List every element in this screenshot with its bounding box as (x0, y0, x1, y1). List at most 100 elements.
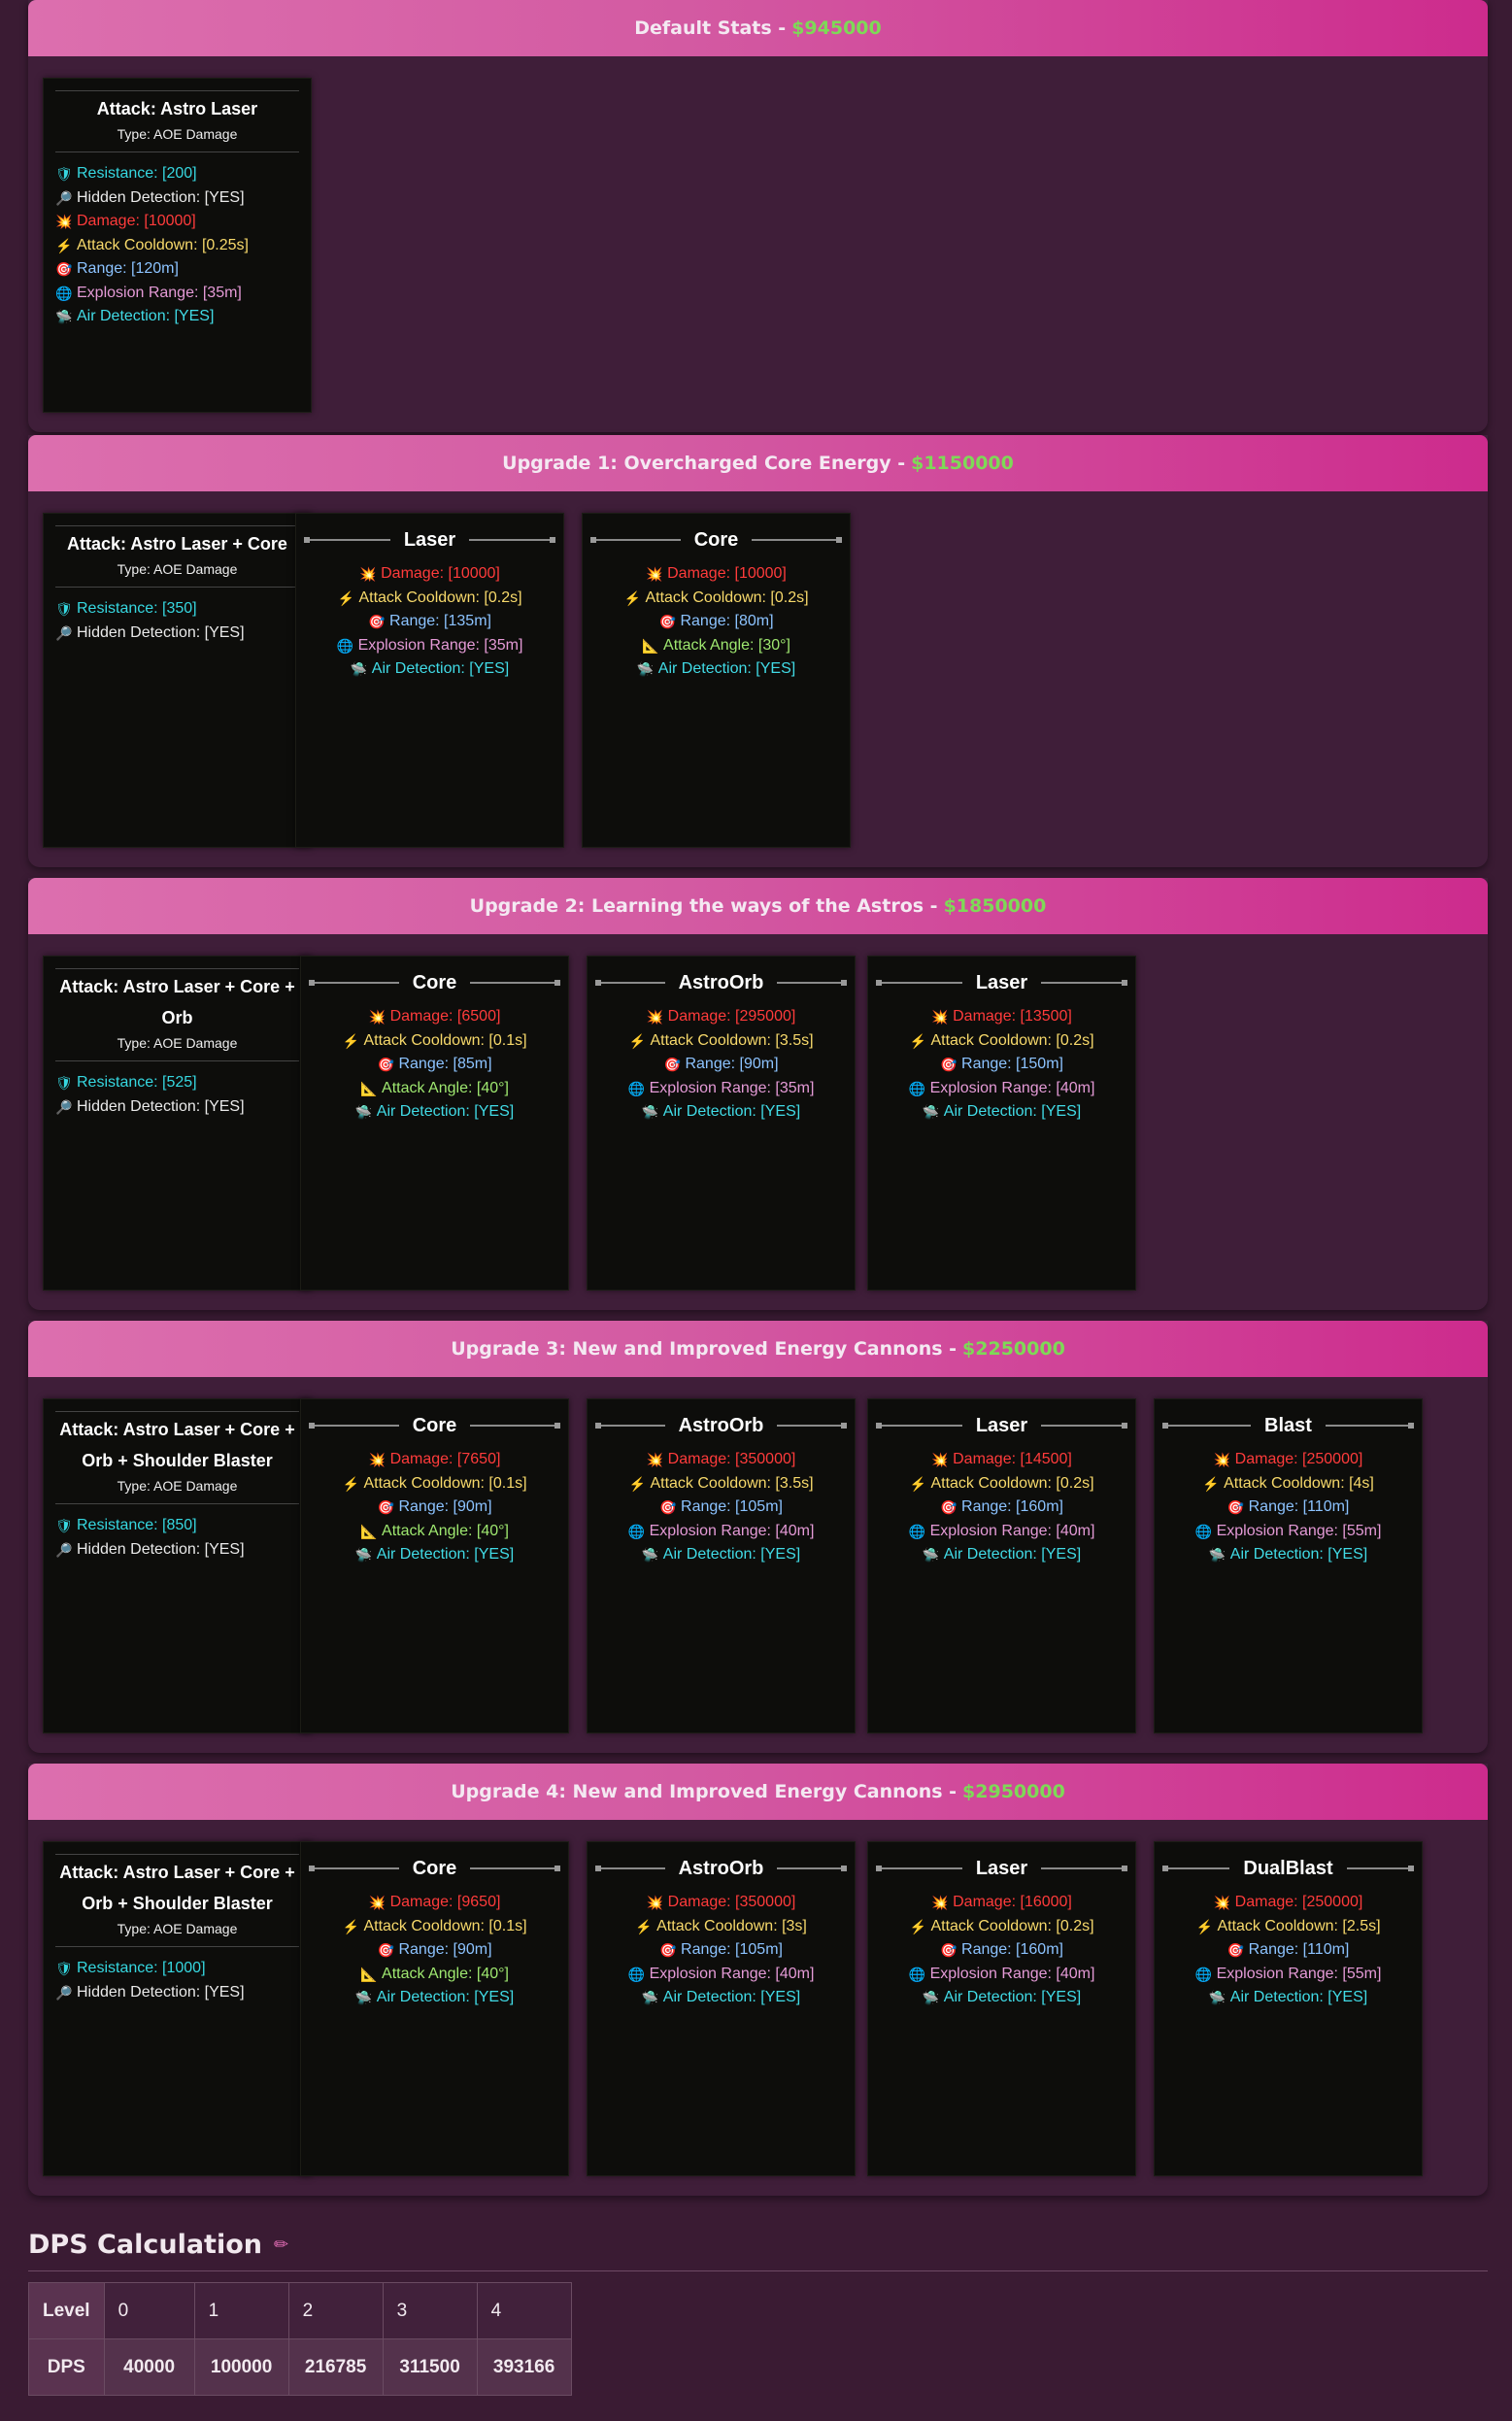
stat-row: 🎯 Range: [90m] (311, 1938, 558, 1963)
stat-text: Damage: [14500] (953, 1451, 1072, 1467)
shield-icon: 🛡 (55, 601, 73, 617)
attack-type: Type: AOE Damage (117, 126, 238, 142)
target-icon: 🎯 (1226, 1942, 1245, 1958)
stat-text: Range: [90m] (685, 1056, 779, 1072)
stat-row: 📐 Attack Angle: [40°] (311, 1963, 558, 1987)
stat-row: 🛸 Air Detection: [YES] (1164, 1543, 1412, 1567)
section-price: $945000 (791, 17, 882, 39)
stat-row: ⚡ Attack Cooldown: [0.1s] (311, 1915, 558, 1939)
stat-text: Attack Cooldown: [2.5s] (1217, 1917, 1381, 1934)
stat-text: Air Detection: [YES] (943, 1103, 1082, 1120)
weapon-card-laser: Laser 💥 Damage: [13500] ⚡ Attack Cooldown: [… (867, 956, 1136, 1291)
stat-row: 💥 Damage: [9650] (311, 1891, 558, 1915)
ufo-icon: 🛸 (922, 1990, 940, 2005)
stat-text: Damage: [10000] (77, 213, 196, 229)
target-icon: 🎯 (658, 614, 676, 629)
stat-row: ⚡ Attack Cooldown: [0.2s] (878, 1915, 1126, 1939)
weapon-card-dualblast: DualBlast 💥 Damage: [250000] ⚡ Attack Cooldo… (1154, 1841, 1423, 2176)
explosion-icon: 💥 (55, 214, 73, 229)
stat-text: Attack Cooldown: [0.25s] (77, 236, 249, 253)
weapon-card-header: AstroOrb (595, 970, 847, 995)
dps-row: DPS 40000 100000 216785 311500 393166 (28, 2338, 572, 2396)
divider (1041, 1866, 1127, 1871)
stat-row: ⚡ Attack Cooldown: [3.5s] (597, 1029, 845, 1054)
stat-row: 🛸 Air Detection: [YES] (597, 1100, 845, 1125)
divider (304, 537, 390, 543)
stat-text: Damage: [250000] (1234, 1894, 1363, 1910)
stat-text: Attack Angle: [40°] (382, 1522, 509, 1539)
section-header: Upgrade 2: Learning the ways of the Astr… (28, 878, 1488, 934)
lightning-icon: ⚡ (342, 1032, 359, 1049)
section-header: Upgrade 3: New and Improved Energy Canno… (28, 1321, 1488, 1377)
weapon-card-header: Laser (876, 1413, 1127, 1438)
stat-row: 🎯 Range: [90m] (597, 1053, 845, 1077)
lightning-icon: ⚡ (909, 1032, 926, 1049)
stat-text: Air Detection: [YES] (662, 1989, 801, 2005)
stat-row: 📐 Attack Angle: [40°] (311, 1520, 558, 1544)
stat-row: ⚡ Attack Cooldown: [0.1s] (311, 1029, 558, 1054)
lightning-icon: ⚡ (342, 1475, 359, 1492)
explosion-icon: 💥 (359, 566, 377, 582)
attack-card: Attack: Astro Laser + Core Type: AOE Dama… (43, 513, 312, 848)
stat-text: Air Detection: [YES] (662, 1546, 801, 1563)
target-icon: 🎯 (659, 1499, 677, 1515)
stat-row: 🎯 Range: [105m] (597, 1496, 845, 1520)
divider (55, 1946, 299, 1947)
stat-text: Range: [110m] (1248, 1498, 1350, 1515)
stat-text: Resistance: [350] (77, 600, 197, 617)
stat-row: ⚡ Attack Cooldown: [0.2s] (878, 1029, 1126, 1054)
magnifier-icon: 🔎 (55, 189, 73, 206)
section-header: Upgrade 4: New and Improved Energy Canno… (28, 1764, 1488, 1820)
stat-text: Range: [80m] (680, 613, 774, 629)
stat-row: 🔎 Hidden Detection: [YES] (55, 1981, 299, 2005)
attack-type: Type: AOE Damage (117, 1478, 238, 1494)
stat-row: 🎯 Range: [110m] (1164, 1496, 1412, 1520)
divider (876, 1423, 962, 1429)
triangle-ruler-icon: 📐 (360, 1080, 378, 1096)
stat-row: 🔎 Hidden Detection: [YES] (55, 1095, 299, 1120)
stat-row: 💥 Damage: [10000] (55, 210, 299, 234)
stat-text: Damage: [9650] (389, 1894, 501, 1910)
stat-text: Hidden Detection: [YES] (77, 1097, 245, 1115)
weapon-card-header: Laser (304, 527, 555, 553)
stat-text: Attack Cooldown: [3.5s] (650, 1474, 814, 1492)
weapon-card-header: Blast (1161, 1413, 1415, 1438)
stat-text: Attack Angle: [30°] (663, 636, 790, 654)
stat-text: Explosion Range: [40m] (649, 1965, 815, 1982)
stat-row: 🎯 Range: [80m] (592, 610, 840, 634)
divider (595, 980, 665, 986)
lightning-icon: ⚡ (909, 1475, 926, 1492)
stat-row: 🛡 Resistance: [525] (55, 1071, 299, 1095)
stat-row: 🎯 Range: [120m] (55, 257, 299, 282)
explosion-icon: 💥 (646, 1009, 664, 1025)
stat-text: Attack Cooldown: [0.2s] (930, 1917, 1094, 1934)
target-icon: 🎯 (659, 1942, 677, 1958)
section-price: $2950000 (962, 1781, 1065, 1802)
stat-text: Damage: [13500] (953, 1008, 1072, 1025)
divider (1041, 1423, 1127, 1429)
weapon-card-header: AstroOrb (595, 1413, 847, 1438)
lightning-icon: ⚡ (909, 1918, 926, 1934)
globe-icon: 🌐 (627, 1523, 645, 1539)
stat-row: 💥 Damage: [7650] (311, 1448, 558, 1472)
divider (55, 1503, 299, 1504)
level-cell: 4 (476, 2282, 572, 2339)
stat-row: 💥 Damage: [350000] (597, 1448, 845, 1472)
ufo-icon: 🛸 (350, 661, 368, 677)
stat-row: 🛸 Air Detection: [YES] (306, 657, 554, 682)
explosion-icon: 💥 (368, 1452, 386, 1467)
stat-text: Range: [160m] (961, 1941, 1063, 1958)
weapon-name: AstroOrb (678, 971, 764, 993)
stat-text: Hidden Detection: [YES] (77, 1540, 245, 1558)
upgrade-section: Upgrade 2: Learning the ways of the Astr… (28, 878, 1488, 1310)
pencil-icon[interactable]: ✏ (274, 2235, 288, 2255)
stat-text: Explosion Range: [35m] (77, 284, 242, 301)
section-title: Upgrade 4: New and Improved Energy Canno… (451, 1781, 958, 1802)
stat-text: Explosion Range: [40m] (929, 1965, 1095, 1982)
weapon-name: Core (412, 1414, 457, 1436)
explosion-icon: 💥 (1213, 1452, 1231, 1467)
divider (470, 980, 560, 986)
stat-row: 🔎 Hidden Detection: [YES] (55, 622, 299, 646)
divider (752, 537, 842, 543)
ufo-icon: 🛸 (641, 1547, 659, 1563)
